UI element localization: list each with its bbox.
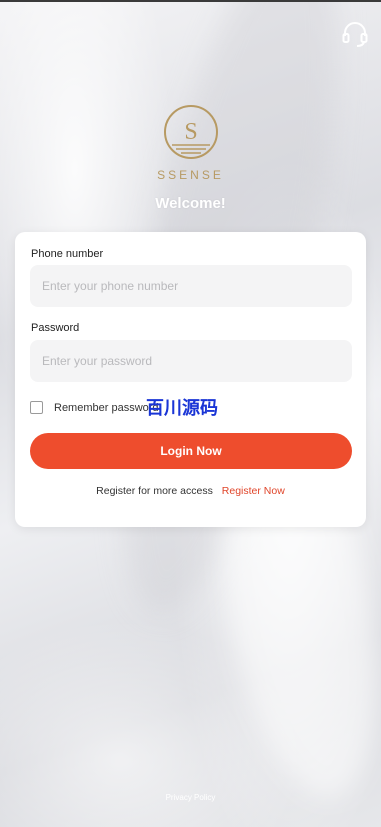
status-bar-edge	[0, 0, 381, 2]
register-prompt: Register for more access	[96, 485, 213, 497]
brand-name: SSENSE	[157, 168, 224, 182]
password-label: Password	[31, 322, 80, 334]
remember-password-row[interactable]: Remember password	[30, 400, 159, 414]
headset-icon[interactable]	[341, 20, 369, 48]
password-input[interactable]	[30, 340, 352, 382]
phone-input[interactable]	[30, 265, 352, 307]
privacy-policy-link[interactable]: Privacy Policy	[0, 793, 381, 802]
remember-checkbox[interactable]	[30, 400, 43, 414]
watermark-text: 百川源码	[146, 398, 218, 418]
remember-label: Remember password	[54, 402, 159, 414]
logo-emblem-icon: S	[162, 103, 220, 166]
login-card: Phone number Password Remember password …	[15, 232, 366, 527]
welcome-heading: Welcome!	[155, 195, 226, 212]
phone-label: Phone number	[31, 248, 104, 260]
register-link[interactable]: Register Now	[222, 485, 285, 497]
login-button[interactable]: Login Now	[30, 433, 352, 469]
brand-logo: S SSENSE	[0, 103, 381, 182]
register-row: Register for more access Register Now	[15, 485, 366, 497]
svg-text:S: S	[184, 119, 197, 145]
